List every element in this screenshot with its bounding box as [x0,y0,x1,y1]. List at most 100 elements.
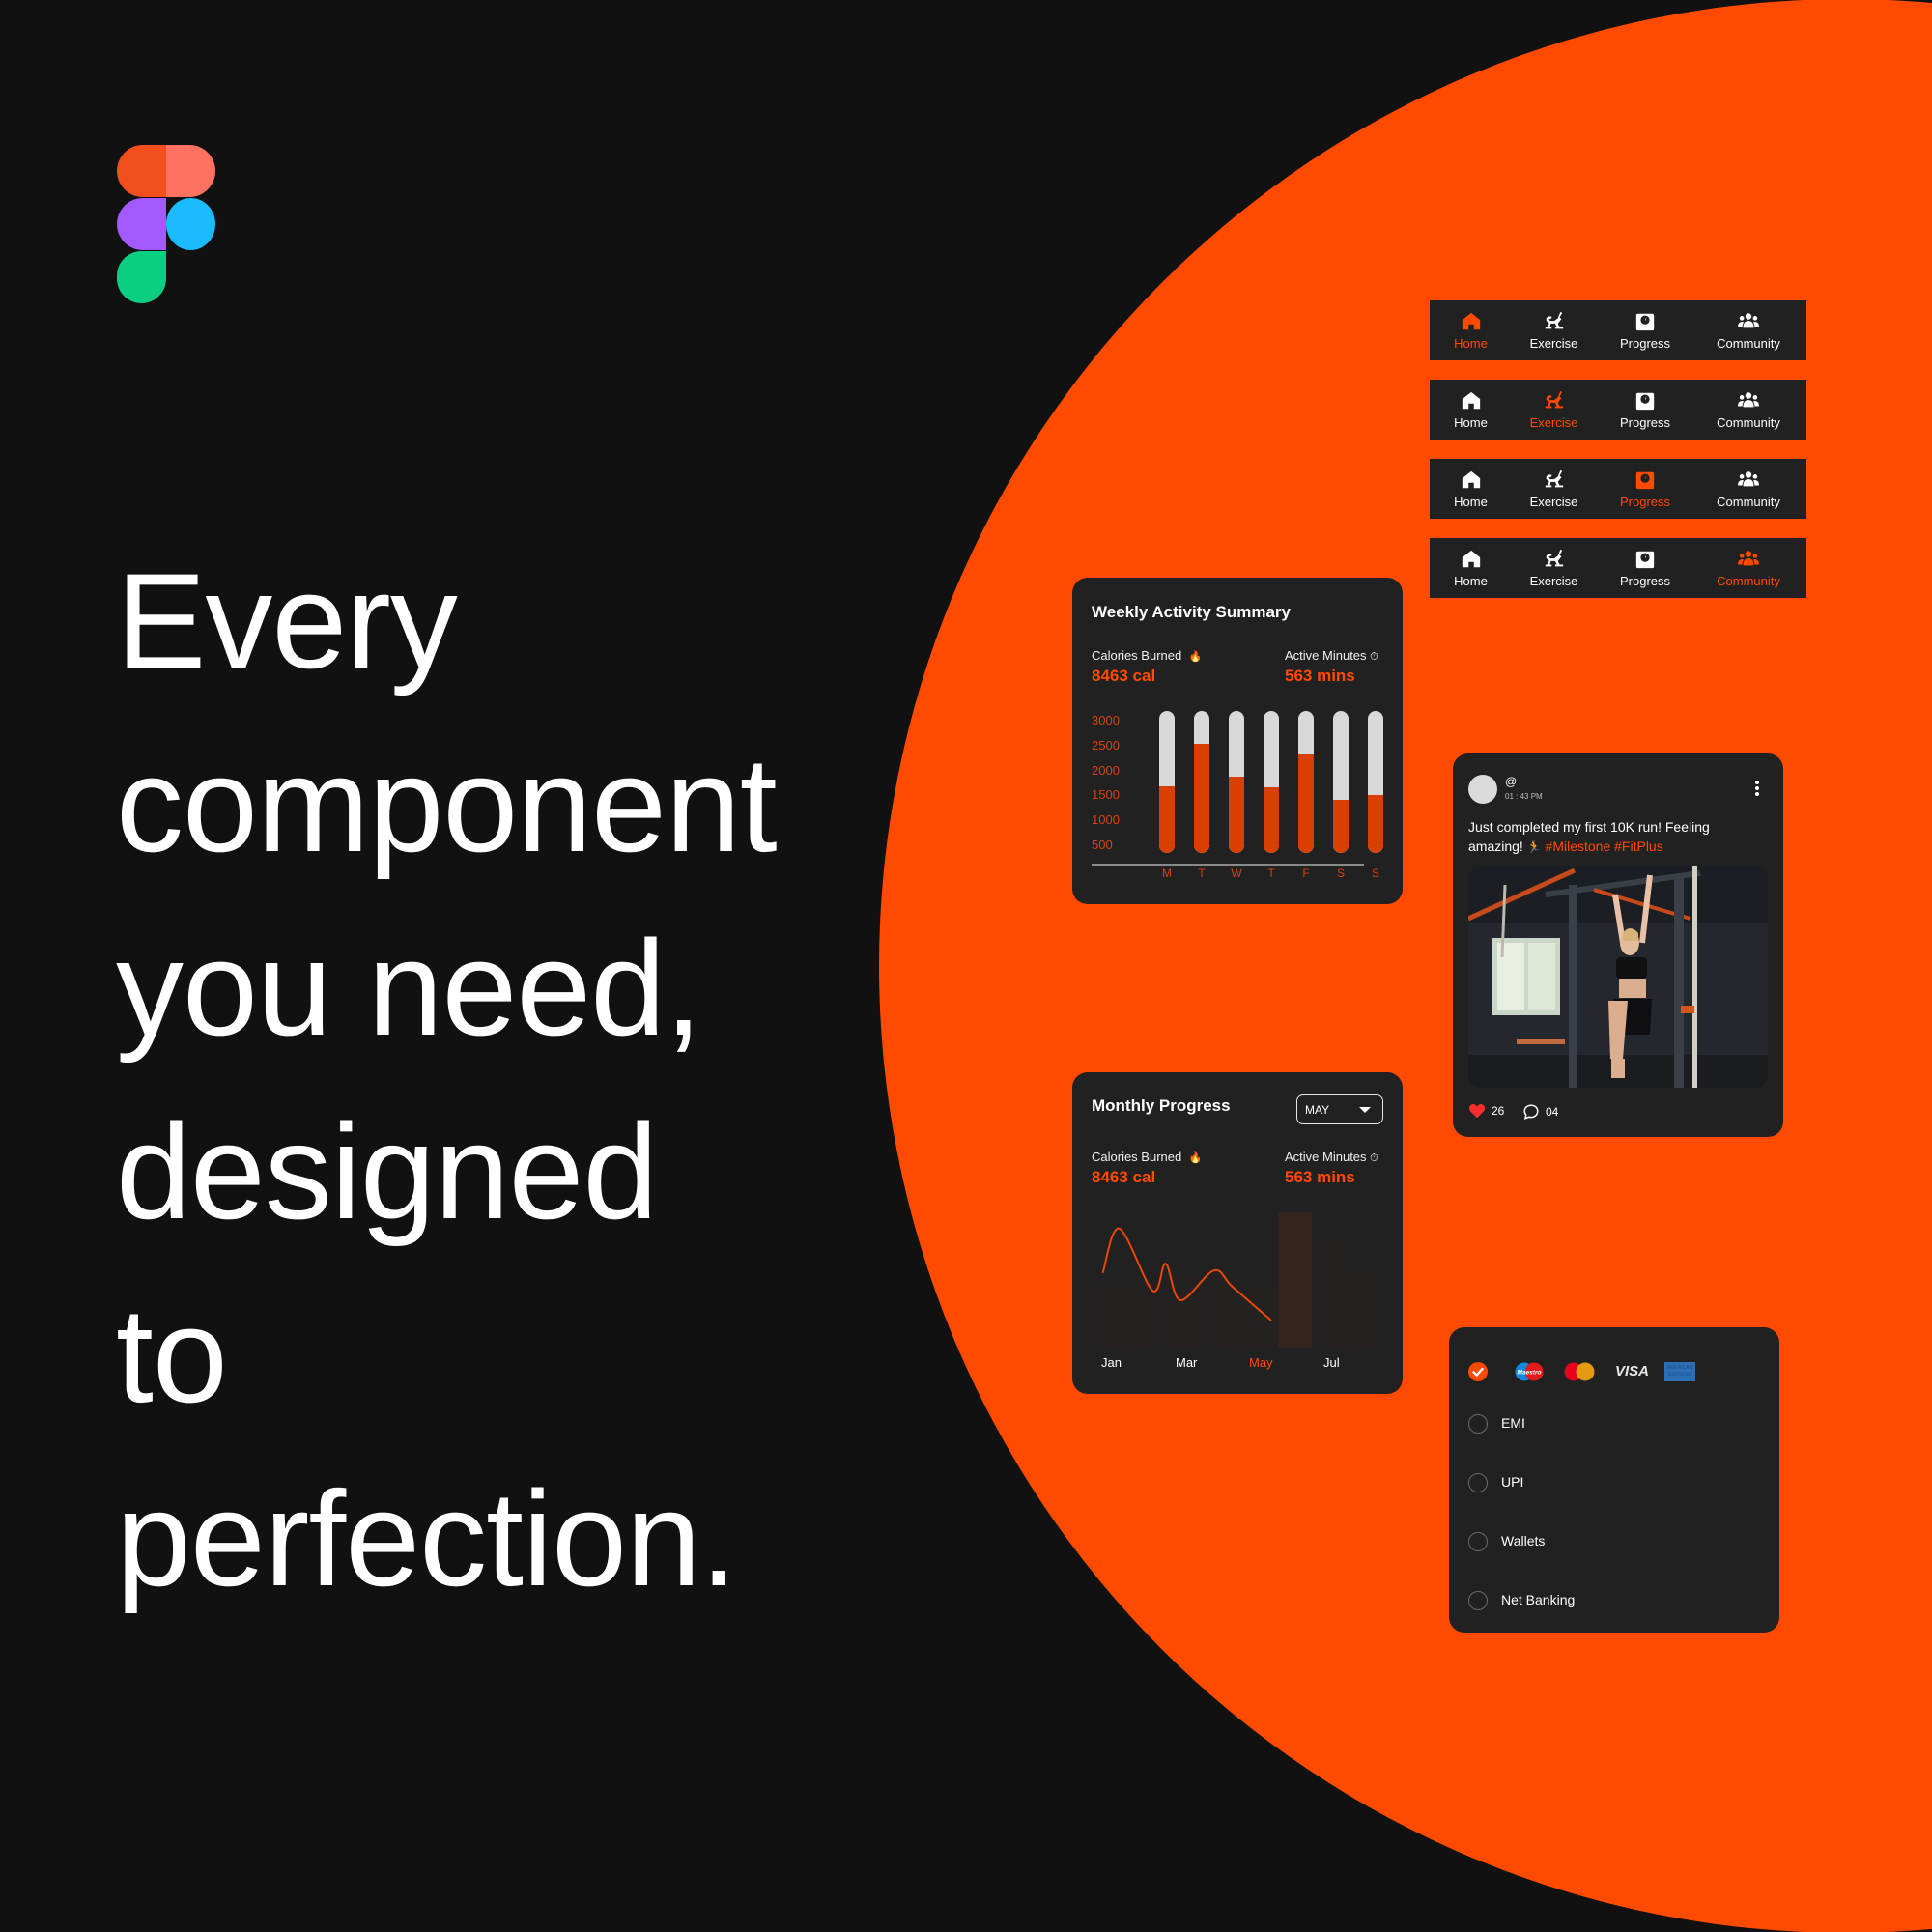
bar-fill[interactable] [1333,800,1349,853]
headline-line: you need, [116,912,702,1064]
nav-item-label: Progress [1619,573,1671,588]
post-photo[interactable] [1468,866,1768,1088]
nav-item-exercise[interactable]: Exercise [1512,538,1596,598]
radio-upi[interactable] [1468,1473,1488,1492]
payment-option-label[interactable]: Wallets [1501,1533,1545,1548]
nav-item-home[interactable]: Home [1430,300,1512,360]
radio-net-banking[interactable] [1468,1591,1488,1610]
home-icon [1462,391,1480,409]
radio-wallets[interactable] [1468,1532,1488,1551]
bottom-nav-bar: Home Exercise Progress Community [1430,538,1806,598]
y-tick-label: 2500 [1092,737,1120,753]
nav-item-community[interactable]: Community [1694,459,1803,519]
post-time: 01 : 43 PM [1505,792,1543,801]
nav-item-progress[interactable]: Progress [1596,300,1694,360]
payment-option-label[interactable]: UPI [1501,1474,1523,1490]
figma-logo [117,145,215,303]
nav-item-home[interactable]: Home [1430,380,1512,440]
month-tick-label: Mar [1176,1355,1198,1370]
nav-item-exercise[interactable]: Exercise [1512,300,1596,360]
figma-logo-green-segment [117,251,166,303]
payment-option-label[interactable]: Net Banking [1501,1592,1575,1607]
community-icon [1738,391,1759,407]
maestro-logo: Maestro [1514,1362,1545,1381]
nav-item-label: Exercise [1529,335,1578,351]
bar-fill[interactable] [1298,754,1314,853]
x-tick-label: T [1267,867,1275,880]
avatar[interactable] [1468,775,1497,804]
x-tick-label: F [1302,867,1310,880]
post-hashtags[interactable]: #Milestone #FitPlus [1546,838,1663,854]
amex-logo: AMERICAN EXPRESS [1664,1362,1695,1381]
y-tick-label: 1000 [1092,812,1120,828]
visa-logo: VISA [1615,1363,1650,1379]
nav-item-community[interactable]: Community [1694,300,1803,360]
payment-option-label[interactable]: EMI [1501,1415,1525,1431]
headline-line: component [116,728,778,880]
nav-item-label: Home [1454,335,1488,351]
nav-item-exercise[interactable]: Exercise [1512,459,1596,519]
runner-icon: 🏃 [1526,840,1542,854]
headline: Every component you need, designed to pe… [116,529,889,1631]
bar-track [1194,711,1209,853]
y-tick-label: 3000 [1092,713,1120,727]
card-payment-radio-selected[interactable] [1468,1362,1488,1381]
post-handle[interactable]: @ [1505,775,1517,788]
nav-item-progress[interactable]: Progress [1596,380,1694,440]
bar-track [1229,711,1244,853]
monthly-progress-card: Monthly Progress MAY Calories Burned 🔥 8… [1072,1072,1403,1394]
exercise-bike-icon [1545,390,1563,408]
headline-line: to [116,1279,228,1431]
figma-logo-red-segment [117,145,166,197]
exercise-bike-icon [1545,469,1563,487]
active-minutes-label: Active Minutes ⏱ [1285,648,1378,664]
comment-count: 04 [1546,1105,1559,1119]
nav-item-community[interactable]: Community [1694,538,1803,598]
heart-icon [1468,1104,1486,1119]
nav-item-exercise[interactable]: Exercise [1512,380,1596,440]
bar-track [1333,711,1349,853]
headline-line: designed [116,1095,658,1247]
nav-item-community[interactable]: Community [1694,380,1803,440]
nav-item-label: Community [1717,573,1780,588]
nav-item-label: Community [1717,494,1780,509]
comment-icon [1523,1104,1539,1120]
headline-line: Every [116,545,458,696]
chart-baseline [1092,864,1364,866]
comment-button[interactable]: 04 [1522,1103,1558,1121]
x-tick-label: M [1162,867,1172,880]
nav-item-label: Progress [1619,494,1671,509]
bar-fill[interactable] [1264,787,1279,853]
community-icon [1738,312,1759,327]
nav-item-progress[interactable]: Progress [1596,538,1694,598]
y-tick-label: 500 [1092,838,1113,852]
payment-methods-card: Maestro VISA AMERICAN EXPRESS EMI UPI Wall… [1449,1327,1779,1633]
bar-fill[interactable] [1194,744,1209,853]
calories-label-text: Calories Burned [1092,648,1182,663]
nav-item-label: Home [1454,573,1488,588]
nav-item-home[interactable]: Home [1430,538,1512,598]
figma-logo-coral-segment [166,145,215,197]
bar-track [1159,711,1175,853]
radio-emi[interactable] [1468,1414,1488,1434]
minutes-label-text: Active Minutes [1285,648,1367,663]
bar-fill[interactable] [1229,777,1244,853]
x-tick-label: T [1198,867,1206,880]
more-options-icon[interactable] [1755,781,1759,798]
scale-icon [1635,471,1655,489]
bar-track [1368,711,1383,853]
bar-fill[interactable] [1159,786,1175,853]
bar-track [1298,711,1314,853]
calories-trend-line [1101,1227,1272,1321]
calories-burned-label: Calories Burned 🔥 [1092,648,1202,663]
monthly-line-svg [1101,1227,1272,1321]
home-icon [1462,312,1480,329]
stopwatch-icon: ⏱ [1370,651,1378,663]
like-button[interactable]: 26 [1468,1103,1504,1119]
nav-item-progress[interactable]: Progress [1596,459,1694,519]
exercise-bike-icon [1545,311,1563,328]
bar-fill[interactable] [1368,795,1383,853]
fire-icon: 🔥 [1188,651,1203,663]
nav-item-home[interactable]: Home [1430,459,1512,519]
weekly-activity-card: Weekly Activity Summary Calories Burned … [1072,578,1403,904]
